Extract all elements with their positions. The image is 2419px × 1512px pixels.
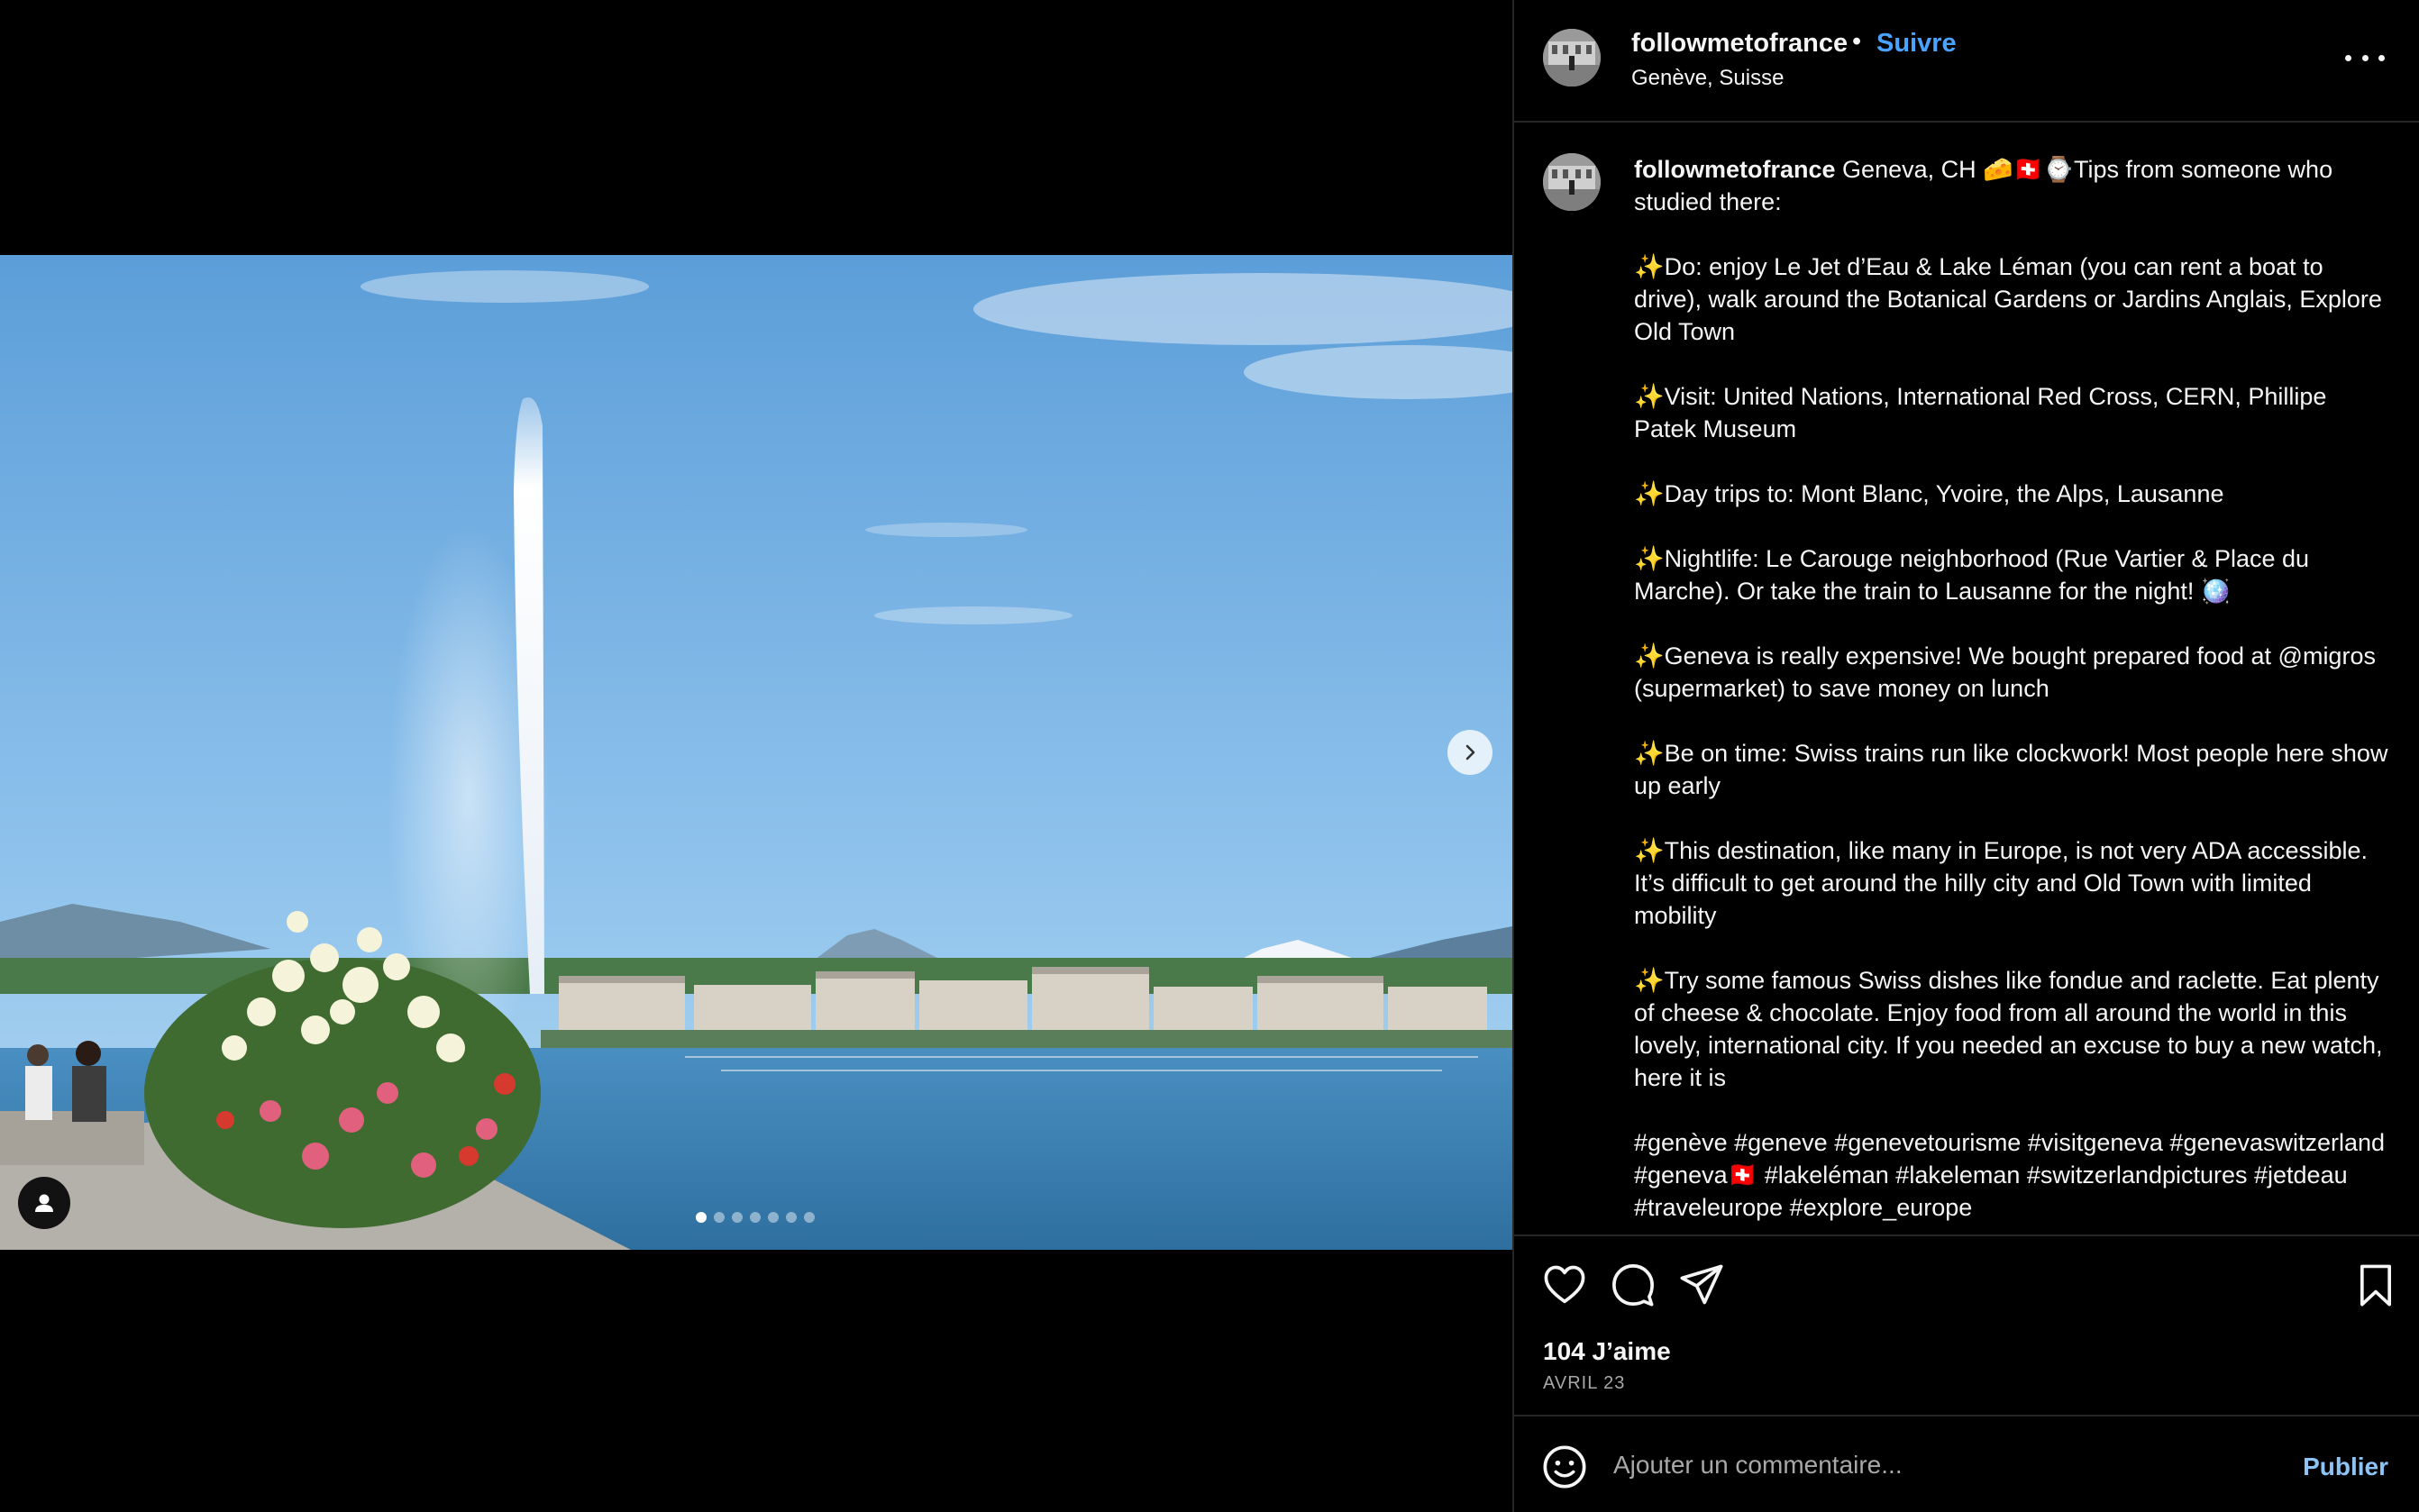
geneva-jet-deau-image <box>0 255 1512 1250</box>
post-header: followmetofrance • Suivre Genève, Suisse <box>1514 0 2419 123</box>
separator-dot: • <box>1852 27 1862 56</box>
avatar[interactable] <box>1543 29 1601 87</box>
caption-hashtags[interactable]: #genève #geneve #genevetourisme #visitge… <box>1634 1126 2391 1224</box>
comment-composer: Publier <box>1514 1415 2419 1512</box>
more-dot <box>2378 54 2385 61</box>
emoji-icon[interactable] <box>1541 1444 1588 1490</box>
profile-photo <box>1543 153 1601 211</box>
carousel-indicator <box>696 1212 815 1223</box>
caption-username[interactable]: followmetofrance <box>1634 156 1836 183</box>
post-side-panel: followmetofrance • Suivre Genève, Suisse… <box>1512 0 2419 1512</box>
more-options-icon[interactable] <box>2345 40 2385 76</box>
heart-icon[interactable] <box>1541 1262 1588 1308</box>
caption-paragraph: followmetofrance Geneva, CH 🧀🇨🇭⌚Tips fro… <box>1634 153 2391 218</box>
caption-paragraph: ✨This destination, like many in Europe, … <box>1634 837 2368 929</box>
carousel-dot <box>714 1212 725 1223</box>
carousel-dot <box>732 1212 743 1223</box>
more-dot <box>2361 54 2369 61</box>
follow-button[interactable]: Suivre <box>1876 29 1957 59</box>
post-date[interactable]: AVRIL 23 <box>1543 1373 1625 1394</box>
carousel-dot <box>750 1212 761 1223</box>
bookmark-icon[interactable] <box>2352 1262 2399 1308</box>
post-caption: followmetofrance Geneva, CH 🧀🇨🇭⌚Tips fro… <box>1634 153 2391 1234</box>
carousel-dot <box>768 1212 779 1223</box>
caption-paragraph: ✨Nightlife: Le Carouge neighborhood (Rue… <box>1634 545 2310 605</box>
carousel-dot <box>696 1212 707 1223</box>
caption-paragraph: ✨Visit: United Nations, International Re… <box>1634 383 2327 442</box>
comment-input[interactable] <box>1613 1440 2244 1490</box>
post-media <box>0 0 1512 1512</box>
carousel-dot <box>786 1212 797 1223</box>
publish-button[interactable]: Publier <box>2303 1453 2388 1481</box>
caption-avatar[interactable] <box>1543 153 1601 211</box>
share-icon[interactable] <box>1678 1262 1725 1308</box>
next-slide-button[interactable] <box>1447 730 1492 775</box>
post-location[interactable]: Genève, Suisse <box>1631 66 1784 91</box>
carousel-dot <box>804 1212 815 1223</box>
caption-paragraph: ✨Geneva is really expensive! We bought p… <box>1634 642 2376 702</box>
profile-photo <box>1543 29 1601 87</box>
caption-paragraph: ✨Do: enjoy Le Jet d’Eau & Lake Léman (yo… <box>1634 253 2382 345</box>
more-dot <box>2345 54 2351 61</box>
post-photo[interactable] <box>0 255 1512 1250</box>
comment-icon[interactable] <box>1610 1262 1657 1308</box>
post-author-username[interactable]: followmetofrance <box>1631 29 1848 59</box>
caption-scroll-area[interactable]: followmetofrance Geneva, CH 🧀🇨🇭⌚Tips fro… <box>1514 124 2419 1234</box>
chevron-right-icon <box>1465 744 1475 761</box>
tagged-users-button[interactable] <box>18 1177 70 1229</box>
likes-count[interactable]: 104 J’aime <box>1543 1337 1671 1366</box>
caption-paragraph: ✨Try some famous Swiss dishes like fondu… <box>1634 967 2383 1091</box>
caption-paragraph: ✨Be on time: Swiss trains run like clock… <box>1634 740 2388 799</box>
post-actions: 104 J’aime AVRIL 23 <box>1514 1234 2419 1415</box>
user-tag-icon <box>35 1194 53 1212</box>
caption-paragraph: ✨Day trips to: Mont Blanc, Yvoire, the A… <box>1634 480 2224 507</box>
